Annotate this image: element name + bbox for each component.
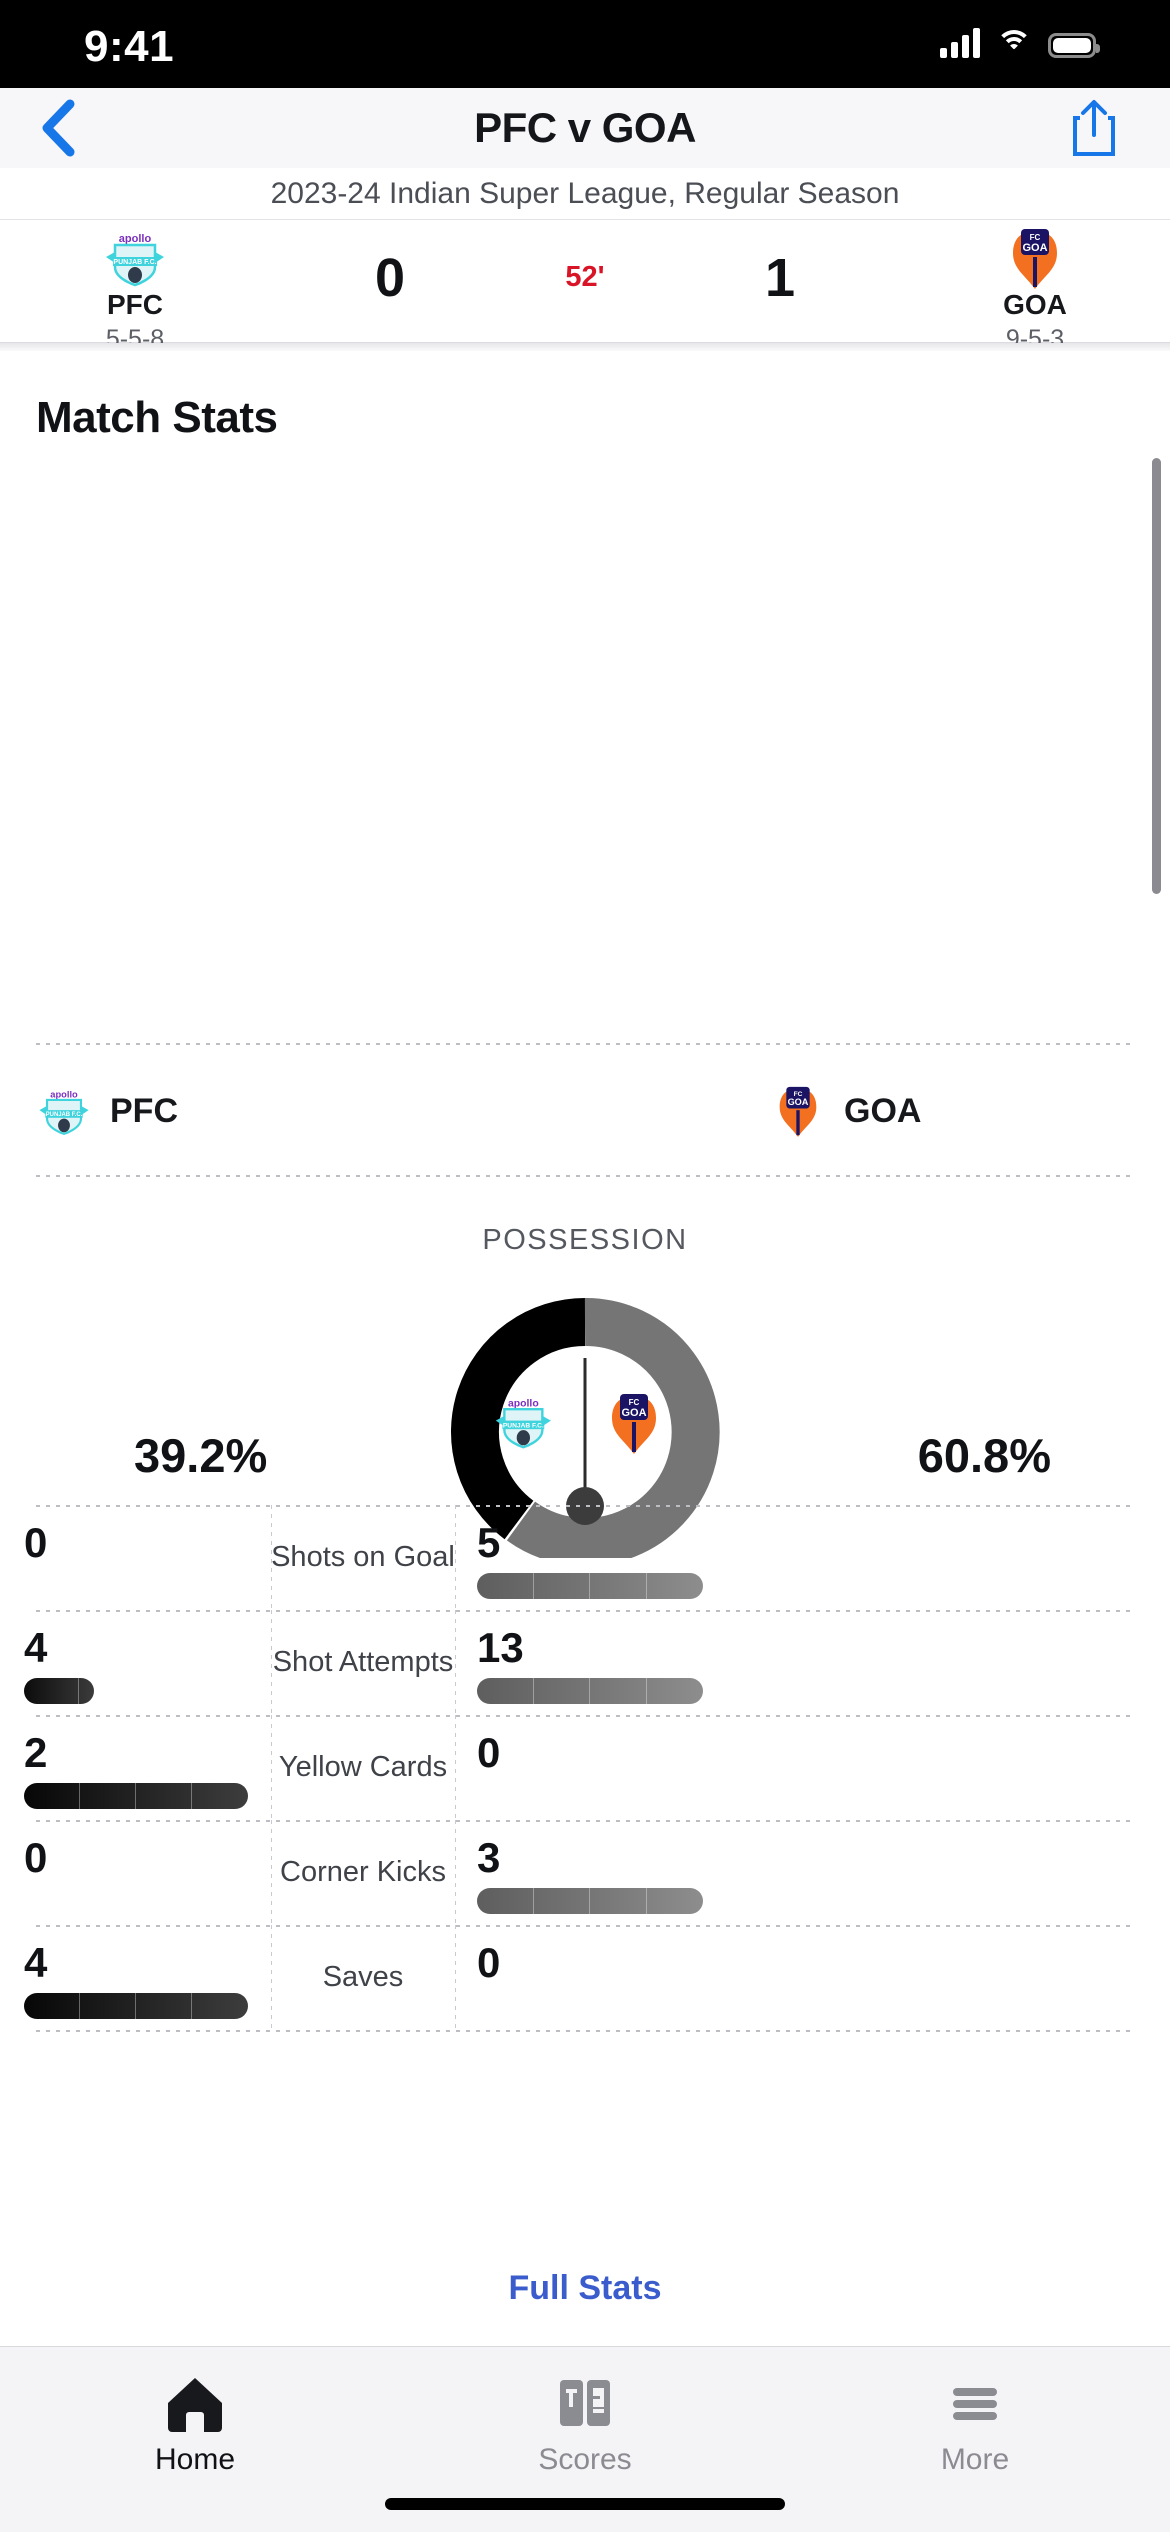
away-team-abbr: GOA bbox=[1003, 289, 1067, 320]
vertical-scrollbar[interactable] bbox=[1152, 458, 1161, 894]
tab-more[interactable]: More bbox=[780, 2369, 1170, 2477]
svg-text:FC: FC bbox=[629, 1398, 640, 1407]
stat-away-value: 13 bbox=[477, 1624, 524, 1671]
battery-icon bbox=[1048, 33, 1100, 58]
stat-home-bar bbox=[24, 1993, 248, 2019]
stat-home-value: 0 bbox=[24, 1519, 48, 1566]
punjab-fc-logo: apollo PUNJAB F.C. bbox=[36, 1083, 92, 1139]
bottom-tab-bar: Home Scores More bbox=[0, 2346, 1170, 2532]
table-row: 0 Shots on Goal 5 bbox=[0, 1505, 1170, 1610]
navigation-bar: PFC v GOA bbox=[0, 88, 1170, 168]
app-screen: 9:41 PFC v GOA 2023-24 Indian Super Leag… bbox=[0, 0, 1170, 2532]
fc-goa-logo: FC GOA bbox=[770, 1083, 826, 1139]
stat-home-bar bbox=[24, 1678, 94, 1704]
legend-label-home: PFC bbox=[110, 1091, 178, 1130]
possession-label: POSSESSION bbox=[482, 1224, 688, 1256]
scoreboard[interactable]: apollo PUNJAB F.C. PFC 5-5-8 0 52' 1 FC bbox=[0, 221, 1170, 353]
stat-label: Saves bbox=[322, 1960, 404, 1993]
stat-home-bar bbox=[24, 1783, 248, 1809]
table-row: 4 Shot Attempts 13 bbox=[0, 1610, 1170, 1715]
table-row: 0 Corner Kicks 3 bbox=[0, 1820, 1170, 1925]
wifi-icon bbox=[996, 28, 1032, 58]
stat-away-value: 3 bbox=[477, 1834, 501, 1881]
table-row: 4 Saves 0 bbox=[0, 1925, 1170, 2030]
svg-text:FC: FC bbox=[1030, 233, 1041, 242]
legend-label-away: GOA bbox=[844, 1091, 922, 1130]
table-row: 2 Yellow Cards 0 bbox=[0, 1715, 1170, 1820]
tab-scores[interactable]: Scores bbox=[390, 2369, 780, 2477]
possession-away-pct: 60.8% bbox=[917, 1429, 1051, 1482]
svg-text:PUNJAB F.C.: PUNJAB F.C. bbox=[46, 1112, 83, 1118]
full-stats-link[interactable]: Full Stats bbox=[0, 2269, 1170, 2308]
svg-text:PUNJAB F.C.: PUNJAB F.C. bbox=[503, 1422, 544, 1429]
stat-label: Yellow Cards bbox=[278, 1750, 448, 1783]
share-icon bbox=[1073, 100, 1115, 156]
stat-away-bar bbox=[477, 1888, 703, 1914]
svg-text:apollo: apollo bbox=[508, 1398, 539, 1409]
divider bbox=[36, 1043, 1134, 1045]
match-stats-card[interactable]: Match Stats apollo PUNJAB F.C. PFC FC GO… bbox=[0, 343, 1170, 2346]
stat-label: Shots on Goal bbox=[271, 1540, 455, 1573]
league-subtitle: 2023-24 Indian Super League, Regular Sea… bbox=[0, 168, 1170, 220]
stat-away-value: 5 bbox=[477, 1519, 501, 1566]
match-stats-title: Match Stats bbox=[36, 393, 278, 442]
svg-text:apollo: apollo bbox=[119, 233, 152, 245]
stat-home-value: 4 bbox=[24, 1939, 48, 1986]
tab-label-home: Home bbox=[154, 2443, 236, 2476]
stat-away-value: 0 bbox=[477, 1939, 501, 1986]
svg-text:GOA: GOA bbox=[788, 1097, 809, 1107]
stat-home-value: 2 bbox=[24, 1729, 48, 1776]
svg-text:apollo: apollo bbox=[50, 1089, 78, 1099]
stat-label: Shot Attempts bbox=[272, 1645, 454, 1678]
stat-away-bar bbox=[477, 1678, 703, 1704]
stat-home-value: 0 bbox=[24, 1834, 48, 1881]
legend-item-home: apollo PUNJAB F.C. PFC bbox=[36, 1083, 178, 1139]
tab-home[interactable]: Home bbox=[0, 2369, 390, 2477]
possession-home-pct: 39.2% bbox=[134, 1429, 268, 1482]
home-icon bbox=[0, 2369, 390, 2439]
svg-text:GOA: GOA bbox=[1022, 242, 1047, 254]
svg-text:GOA: GOA bbox=[621, 1407, 646, 1419]
share-button[interactable] bbox=[1054, 88, 1134, 168]
stat-away-value: 0 bbox=[477, 1729, 501, 1776]
divider bbox=[36, 2030, 1134, 2032]
away-team-score: 1 bbox=[764, 248, 796, 308]
cellular-bars-icon bbox=[940, 28, 980, 58]
scoreboard-away-team: FC GOA GOA 9-5-3 bbox=[915, 229, 1155, 354]
status-bar: 9:41 bbox=[0, 0, 1170, 88]
stat-home-value: 4 bbox=[24, 1624, 48, 1671]
stat-label: Corner Kicks bbox=[280, 1855, 446, 1888]
scoreboard-icon bbox=[390, 2369, 780, 2439]
divider bbox=[36, 1175, 1134, 1177]
legend-item-away: FC GOA GOA bbox=[770, 1083, 921, 1139]
status-bar-time: 9:41 bbox=[84, 22, 175, 71]
tab-label-more: More bbox=[940, 2443, 1010, 2476]
page-title: PFC v GOA bbox=[474, 104, 696, 151]
status-bar-indicators bbox=[940, 28, 1100, 58]
home-indicator[interactable] bbox=[385, 2498, 785, 2510]
fc-goa-logo: FC GOA bbox=[915, 229, 1155, 289]
hamburger-menu-icon bbox=[780, 2369, 1170, 2439]
tab-label-scores: Scores bbox=[538, 2443, 632, 2476]
stat-away-bar bbox=[477, 1573, 703, 1599]
